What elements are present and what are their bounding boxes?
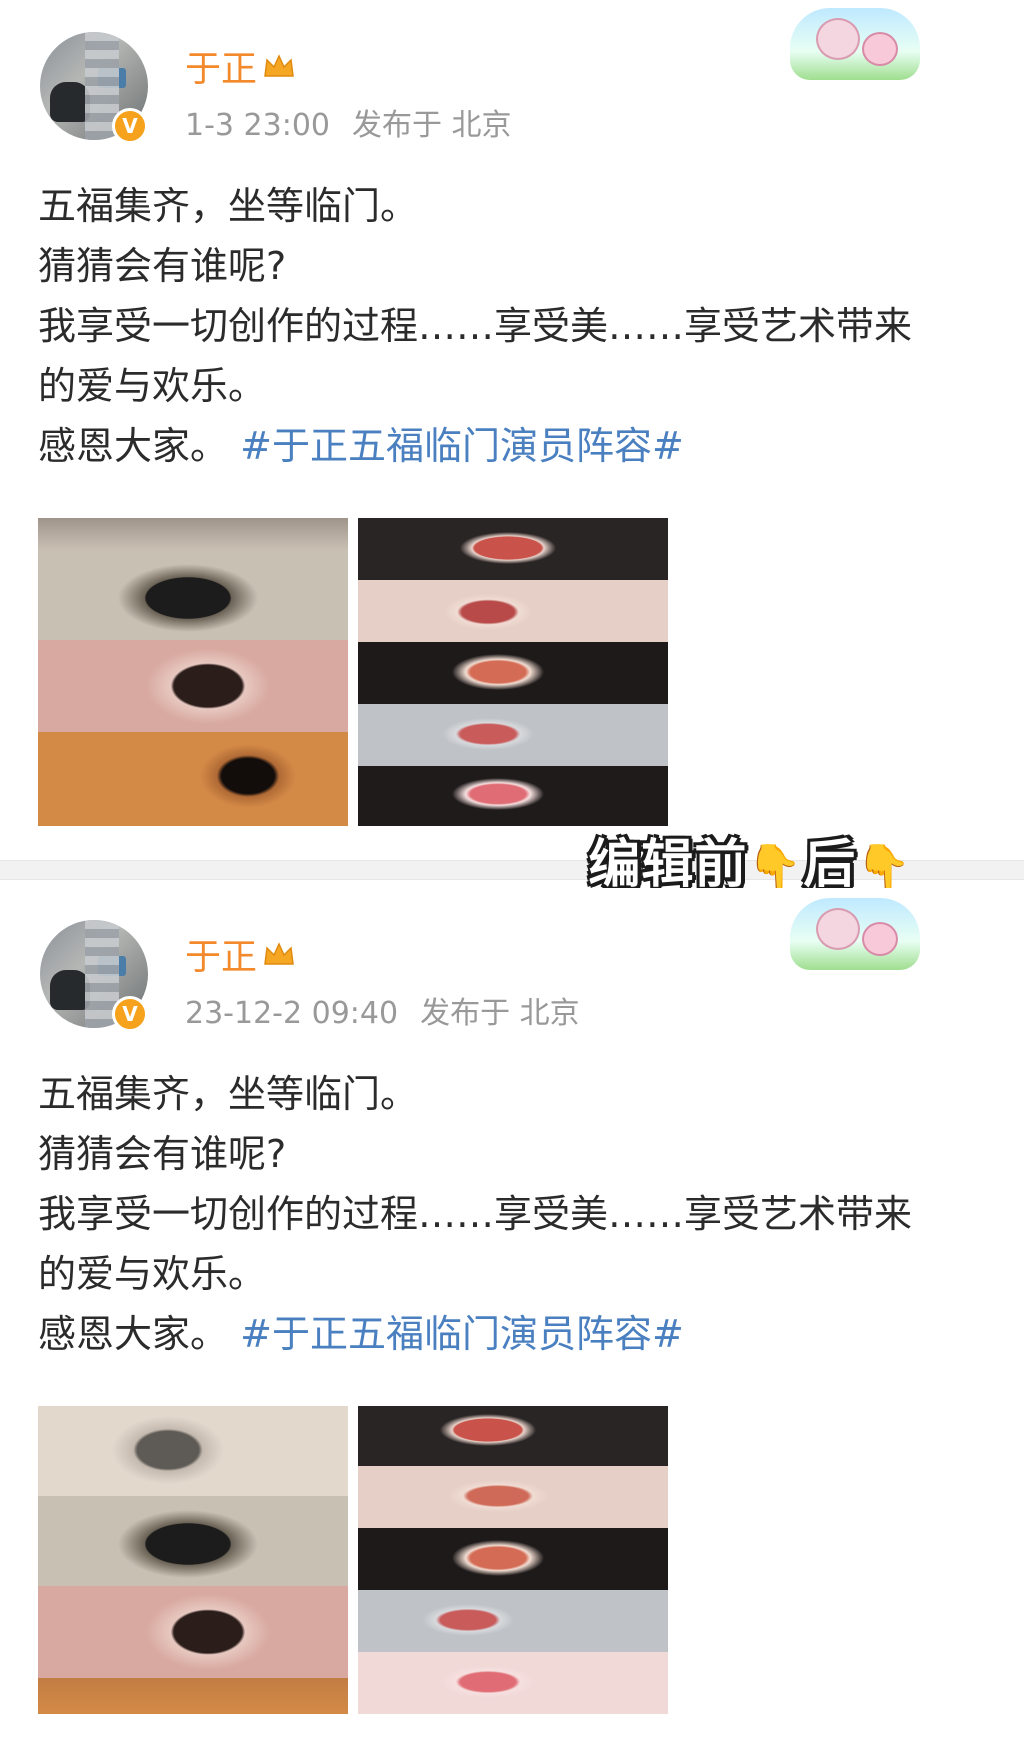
post-meta: 1-3 23:00 发布于 北京 [185,100,534,144]
hand-pointing-down-icon: 👇 [747,842,804,893]
hand-pointing-down-icon: 👇 [856,842,912,893]
image-collage-lips[interactable] [358,518,668,826]
post-line-last: 感恩大家。 #于正五福临门演员阵容# [38,1304,998,1364]
lip-photo [358,1466,668,1528]
lip-photo [358,518,668,580]
eye-photo [38,550,348,640]
post-text: 五福集齐，坐等临门。 猜猜会有谁呢? 我享受一切创作的过程……享受美……享受艺术… [38,176,998,476]
eye-photo [38,1406,348,1496]
pig-sticker-icon [790,8,920,80]
post-meta: 23-12-2 09:40 发布于 北京 [185,988,602,1032]
hashtag-link[interactable]: #于正五福临门演员阵容# [240,424,684,468]
post-line: 猜猜会有谁呢? [38,244,287,288]
eye-photo [38,640,348,732]
post-line: 我享受一切创作的过程……享受美……享受艺术带来 [38,304,913,348]
eye-photo [38,1496,348,1586]
post-line: 的爱与欢乐。 [38,364,267,408]
lip-photo [358,1528,668,1590]
post-line: 五福集齐，坐等临门。 [38,1072,419,1116]
lip-photo [358,704,668,766]
post-text: 五福集齐，坐等临门。 猜猜会有谁呢? 我享受一切创作的过程……享受美……享受艺术… [38,1064,998,1364]
pig-sticker-icon [790,898,920,970]
weibo-post-after-edit: V 于正 1-3 23:00 发布于 北京 五福集齐，坐等临门。 猜猜会有谁呢? … [0,0,1024,860]
post-location: 发布于 北京 [352,108,512,143]
crown-icon [264,54,294,77]
eye-photo [38,732,348,826]
eye-photo [38,518,348,550]
author-name[interactable]: 于正 [185,40,257,92]
lip-photo [358,580,668,642]
lip-photo [358,1652,668,1714]
author-name[interactable]: 于正 [185,928,257,980]
lip-photo [358,766,668,826]
post-location: 发布于 北京 [420,996,580,1031]
image-collage-eyes[interactable] [38,518,348,826]
edit-before-after-label: 编辑前👇后👇 [588,822,912,897]
post-line: 感恩大家。 [38,424,229,468]
edit-before-text: 编辑前 [588,835,748,895]
post-line: 的爱与欢乐。 [38,1252,267,1296]
crown-icon [264,942,294,965]
post-line: 感恩大家。 [38,1312,229,1356]
post-line: 猜猜会有谁呢? [38,1132,287,1176]
post-line-last: 感恩大家。 #于正五福临门演员阵容# [38,416,998,476]
post-line: 我享受一切创作的过程……享受美……享受艺术带来 [38,1192,913,1236]
edit-after-text: 后 [803,835,857,895]
verified-badge-icon: V [112,108,148,144]
lip-photo [358,642,668,704]
lip-photo [358,1406,668,1466]
eye-photo [38,1678,348,1714]
eye-photo [38,1586,348,1678]
image-collage-lips[interactable] [358,1406,668,1714]
lip-photo [358,1590,668,1652]
verified-badge-icon: V [112,996,148,1032]
hashtag-link[interactable]: #于正五福临门演员阵容# [240,1312,684,1356]
post-time: 23-12-2 09:40 [185,996,399,1031]
weibo-post-before-edit: V 于正 23-12-2 09:40 发布于 北京 五福集齐，坐等临门。 猜猜会有… [0,888,1024,1750]
image-collage-eyes[interactable] [38,1406,348,1714]
post-line: 五福集齐，坐等临门。 [38,184,419,228]
post-time: 1-3 23:00 [185,108,330,143]
